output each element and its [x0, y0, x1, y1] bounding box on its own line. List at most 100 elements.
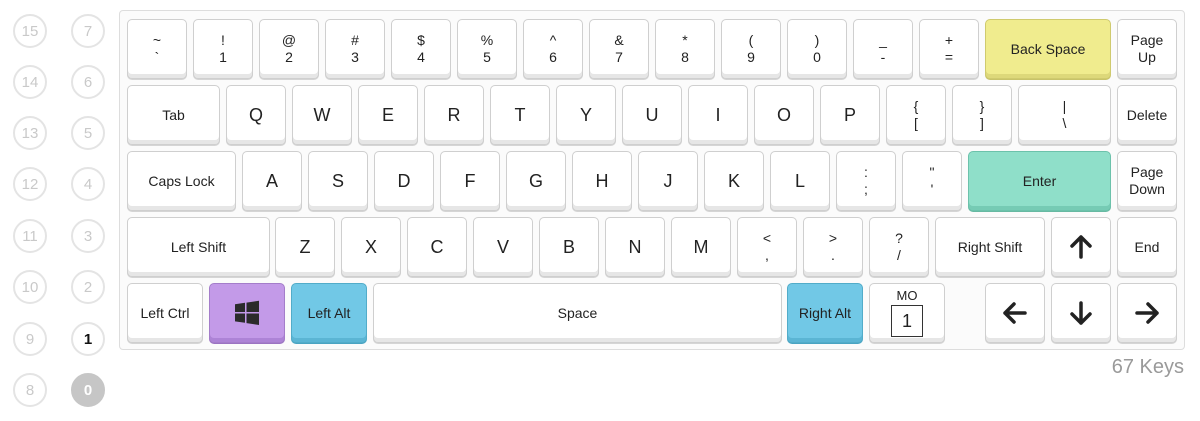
key-q[interactable]: Q — [226, 85, 286, 145]
key-i[interactable]: I — [688, 85, 748, 145]
key-legend: . — [831, 247, 835, 263]
layer-1-button[interactable]: 1 — [71, 322, 105, 356]
key-n[interactable]: N — [605, 217, 665, 277]
key-grave[interactable]: ~ ` — [127, 19, 187, 79]
key-slash[interactable]: ? / — [869, 217, 929, 277]
key-arrow-right[interactable] — [1117, 283, 1177, 343]
key-right-alt[interactable]: Right Alt — [787, 283, 863, 343]
key-legend: Back Space — [1010, 41, 1086, 57]
key-quote[interactable]: " ' — [902, 151, 962, 211]
key-d[interactable]: D — [374, 151, 434, 211]
key-equal[interactable]: + = — [919, 19, 979, 79]
key-delete[interactable]: Delete — [1117, 85, 1177, 145]
key-t[interactable]: T — [490, 85, 550, 145]
key-o[interactable]: O — [754, 85, 814, 145]
key-r[interactable]: R — [424, 85, 484, 145]
key-g[interactable]: G — [506, 151, 566, 211]
key-left-gui[interactable] — [209, 283, 285, 343]
key-legend: M — [693, 236, 709, 257]
key-left-alt[interactable]: Left Alt — [291, 283, 367, 343]
key-f[interactable]: F — [440, 151, 500, 211]
key-enter[interactable]: Enter — [968, 151, 1111, 211]
keyboard-layout: ~ ` ! 1 @ 2 # 3 $ 4 % 5 ^ 6 & 7 * 8 ( 9 … — [119, 10, 1185, 350]
key-b[interactable]: B — [539, 217, 599, 277]
key-e[interactable]: E — [358, 85, 418, 145]
key-shift-legend: > — [828, 230, 838, 246]
arrow-up-icon — [1068, 234, 1094, 260]
key-8[interactable]: * 8 — [655, 19, 715, 79]
layer-12-button[interactable]: 12 — [13, 167, 47, 201]
arrow-down-icon — [1068, 300, 1094, 326]
key-legend: B — [562, 236, 575, 257]
key-k[interactable]: K — [704, 151, 764, 211]
key-y[interactable]: Y — [556, 85, 616, 145]
key-legend: Enter — [1022, 173, 1057, 189]
layer-11-button[interactable]: 11 — [13, 219, 47, 253]
layer-7-button[interactable]: 7 — [71, 14, 105, 48]
key-semicolon[interactable]: : ; — [836, 151, 896, 211]
key-2[interactable]: @ 2 — [259, 19, 319, 79]
key-space[interactable]: Space — [373, 283, 782, 343]
key-tab[interactable]: Tab — [127, 85, 220, 145]
key-v[interactable]: V — [473, 217, 533, 277]
key-left-ctrl[interactable]: Left Ctrl — [127, 283, 203, 343]
layer-5-button[interactable]: 5 — [71, 116, 105, 150]
key-period[interactable]: > . — [803, 217, 863, 277]
key-j[interactable]: J — [638, 151, 698, 211]
layer-3-button[interactable]: 3 — [71, 219, 105, 253]
key-left-shift[interactable]: Left Shift — [127, 217, 270, 277]
key-4[interactable]: $ 4 — [391, 19, 451, 79]
key-legend: Space — [557, 305, 598, 321]
key-a[interactable]: A — [242, 151, 302, 211]
key-arrow-up[interactable] — [1051, 217, 1111, 277]
key-caps-lock[interactable]: Caps Lock — [127, 151, 236, 211]
key-arrow-down[interactable] — [1051, 283, 1111, 343]
key-end[interactable]: End — [1117, 217, 1177, 277]
layer-14-button[interactable]: 14 — [13, 65, 47, 99]
key-right-shift[interactable]: Right Shift — [935, 217, 1045, 277]
key-legend: K — [727, 170, 740, 191]
key-left-bracket[interactable]: { [ — [886, 85, 946, 145]
key-c[interactable]: C — [407, 217, 467, 277]
layer-13-button[interactable]: 13 — [13, 116, 47, 150]
key-comma[interactable]: < , — [737, 217, 797, 277]
key-l[interactable]: L — [770, 151, 830, 211]
key-w[interactable]: W — [292, 85, 352, 145]
key-shift-legend: # — [351, 32, 359, 48]
key-arrow-left[interactable] — [985, 283, 1045, 343]
key-legend: P — [843, 104, 856, 125]
key-minus[interactable]: _ - — [853, 19, 913, 79]
layer-0-button[interactable]: 0 — [71, 373, 105, 407]
key-6[interactable]: ^ 6 — [523, 19, 583, 79]
key-1[interactable]: ! 1 — [193, 19, 253, 79]
key-s[interactable]: S — [308, 151, 368, 211]
key-p[interactable]: P — [820, 85, 880, 145]
layer-2-button[interactable]: 2 — [71, 270, 105, 304]
key-legend: R — [447, 104, 461, 125]
key-page-down[interactable]: Page Down — [1117, 151, 1177, 211]
key-u[interactable]: U — [622, 85, 682, 145]
key-7[interactable]: & 7 — [589, 19, 649, 79]
key-5[interactable]: % 5 — [457, 19, 517, 79]
key-page-up[interactable]: Page Up — [1117, 19, 1177, 79]
key-legend: / — [897, 247, 901, 263]
key-x[interactable]: X — [341, 217, 401, 277]
key-right-bracket[interactable]: } ] — [952, 85, 1012, 145]
key-m[interactable]: M — [671, 217, 731, 277]
key-z[interactable]: Z — [275, 217, 335, 277]
key-momentary-layer[interactable]: MO 1 — [869, 283, 945, 343]
key-0[interactable]: ) 0 — [787, 19, 847, 79]
layer-15-button[interactable]: 15 — [13, 14, 47, 48]
key-3[interactable]: # 3 — [325, 19, 385, 79]
key-backspace[interactable]: Back Space — [985, 19, 1111, 79]
layer-9-button[interactable]: 9 — [13, 322, 47, 356]
layer-4-button[interactable]: 4 — [71, 167, 105, 201]
layer-6-button[interactable]: 6 — [71, 65, 105, 99]
key-9[interactable]: ( 9 — [721, 19, 781, 79]
key-h[interactable]: H — [572, 151, 632, 211]
arrow-right-icon — [1134, 300, 1160, 326]
layer-10-button[interactable]: 10 — [13, 270, 47, 304]
key-legend: F — [464, 170, 476, 191]
key-backslash[interactable]: | \ — [1018, 85, 1111, 145]
layer-8-button[interactable]: 8 — [13, 373, 47, 407]
